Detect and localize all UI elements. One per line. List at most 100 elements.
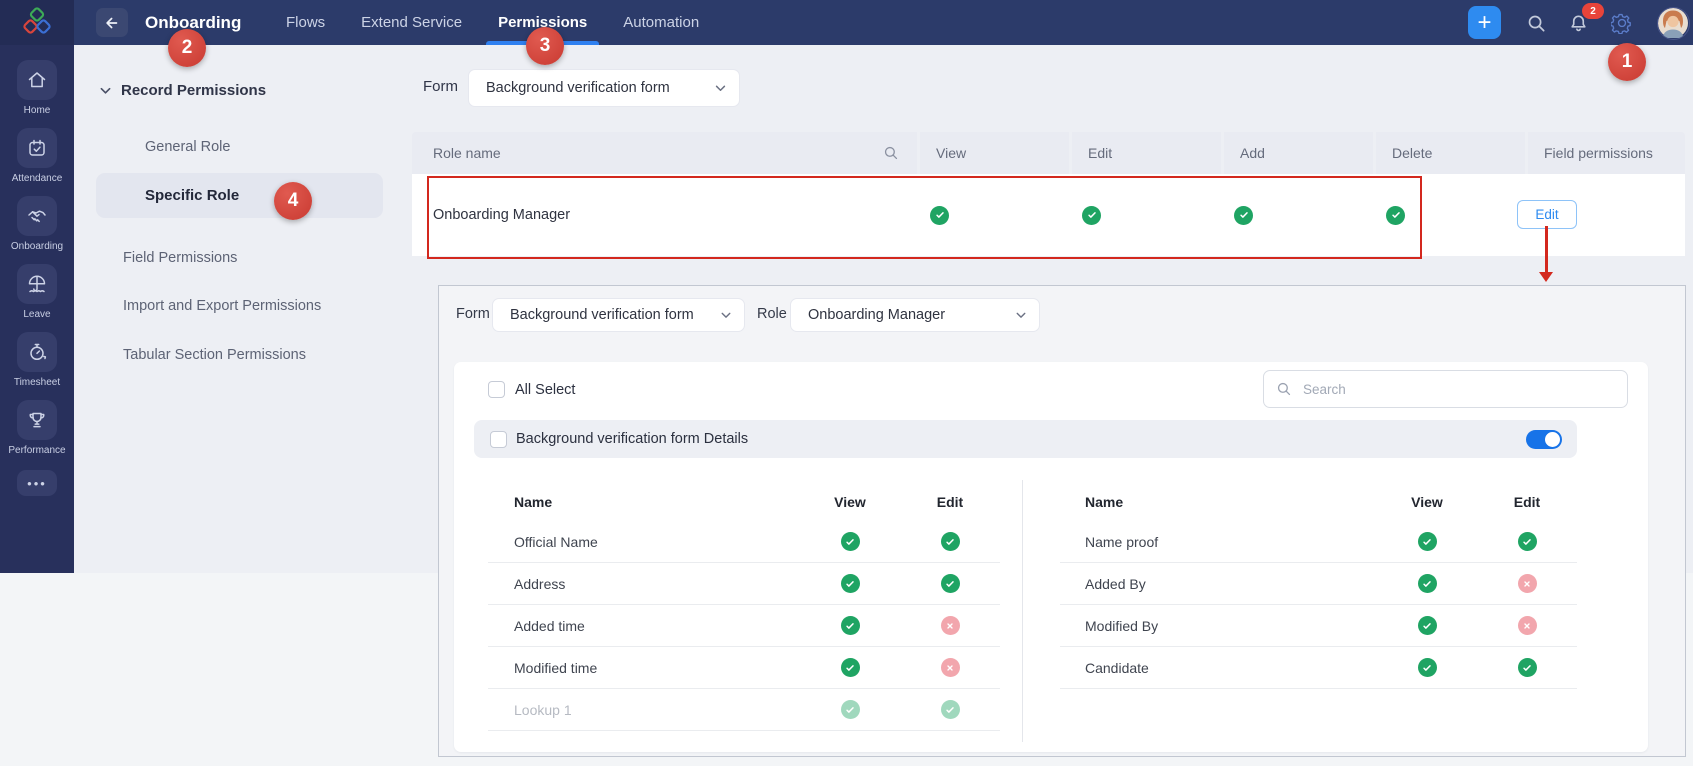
field-name: Address — [514, 575, 566, 592]
search-icon — [1528, 15, 1545, 32]
annotation-badge-2: 2 — [168, 29, 206, 67]
panel-form-dropdown-value: Background verification form — [510, 307, 694, 323]
nav-item-general-role[interactable]: General Role — [145, 139, 230, 155]
column-header-delete: Delete — [1376, 132, 1525, 174]
allowed-check-icon — [930, 205, 949, 225]
denied-x-icon[interactable] — [1517, 574, 1537, 593]
app-logo[interactable] — [0, 0, 74, 45]
all-select-label: All Select — [515, 381, 576, 398]
annotation-arrow — [1545, 226, 1548, 274]
section-checkbox[interactable] — [490, 430, 507, 448]
search-icon[interactable] — [883, 145, 899, 161]
ellipsis-icon: ••• — [27, 475, 47, 491]
edit-permission-cell — [1072, 205, 1224, 225]
tab-flows[interactable]: Flows — [268, 0, 343, 45]
app-window: Onboarding Flows Extend Service Permission… — [0, 0, 1693, 766]
search-button[interactable] — [1524, 11, 1548, 35]
denied-x-icon[interactable] — [940, 658, 960, 677]
column-header-view: View — [920, 132, 1069, 174]
tab-extend-service[interactable]: Extend Service — [343, 0, 480, 45]
header-name: Name — [514, 494, 553, 510]
field-name: Modified time — [514, 659, 598, 676]
form-dropdown[interactable]: Background verification form — [468, 69, 740, 107]
zoho-people-logo-icon — [23, 6, 51, 34]
denied-x-icon[interactable] — [1517, 616, 1537, 635]
allowed-check-icon[interactable] — [840, 700, 860, 719]
section-title: Background verification form Details — [516, 431, 749, 447]
sidebar-item-leave[interactable]: Leave — [8, 264, 65, 320]
topbar-tabs: Flows Extend Service Permissions Automation — [268, 0, 717, 45]
sidebar-item-label: Home — [23, 105, 51, 116]
panel-role-dropdown[interactable]: Onboarding Manager — [790, 298, 1040, 332]
allowed-check-icon[interactable] — [940, 700, 960, 719]
sidebar-item-home[interactable]: Home — [8, 60, 65, 116]
allowed-check-icon[interactable] — [1417, 532, 1437, 551]
form-selector-label: Form — [423, 78, 458, 95]
header-view: View — [1411, 494, 1443, 510]
allowed-check-icon[interactable] — [1417, 616, 1437, 635]
sidebar-item-performance[interactable]: Performance — [8, 400, 66, 456]
field-row: Official Name — [488, 521, 1000, 563]
header-edit: Edit — [1513, 494, 1541, 510]
user-avatar[interactable] — [1657, 7, 1690, 40]
sidebar-more-button[interactable]: ••• — [17, 470, 57, 496]
field-row: Added time — [488, 605, 1000, 647]
panel-form-dropdown[interactable]: Background verification form — [492, 298, 745, 332]
nav-item-import-export-permissions[interactable]: Import and Export Permissions — [123, 298, 321, 314]
sidebar-item-label: Leave — [23, 309, 51, 320]
record-permissions-section[interactable]: Record Permissions — [100, 82, 266, 99]
module-sidebar: Home Attendance Onboarding Leave Timeshe… — [0, 45, 74, 573]
plus-icon: + — [1477, 8, 1492, 36]
denied-x-icon[interactable] — [940, 616, 960, 635]
sidebar-item-timesheet[interactable]: Timesheet — [8, 332, 65, 388]
field-permissions-edit-button[interactable]: Edit — [1517, 200, 1577, 229]
arrow-left-icon — [106, 17, 118, 28]
all-select-checkbox[interactable] — [488, 381, 505, 398]
settings-button[interactable] — [1610, 11, 1634, 35]
allowed-check-icon[interactable] — [840, 616, 860, 635]
roles-table-header: Role name View Edit Add Delete Field per… — [412, 132, 1685, 174]
column-header-add: Add — [1224, 132, 1373, 174]
field-row: Added By — [1060, 563, 1577, 605]
field-row: Lookup 1 — [488, 689, 1000, 731]
allowed-check-icon[interactable] — [940, 574, 960, 593]
add-button[interactable]: + — [1468, 6, 1501, 39]
section-toggle[interactable] — [1526, 429, 1562, 449]
nav-item-label: Specific Role — [145, 187, 240, 204]
performance-trophy-icon — [17, 400, 57, 440]
sidebar-item-onboarding[interactable]: Onboarding — [8, 196, 65, 252]
allowed-check-icon[interactable] — [840, 532, 860, 551]
chevron-down-icon — [1016, 312, 1026, 318]
table-row-onboarding-manager[interactable]: Onboarding Manager — [412, 174, 1685, 256]
field-name: Name proof — [1085, 533, 1159, 550]
field-name: Official Name — [514, 533, 598, 550]
home-icon — [17, 60, 57, 100]
sidebar-item-label: Performance — [8, 445, 66, 456]
sidebar-item-attendance[interactable]: Attendance — [8, 128, 65, 184]
tab-automation[interactable]: Automation — [605, 0, 717, 45]
column-header-role-name[interactable]: Role name — [412, 132, 917, 174]
allowed-check-icon[interactable] — [1417, 658, 1437, 677]
form-details-section-bar: Background verification form Details — [474, 420, 1577, 458]
topbar: Onboarding Flows Extend Service Permission… — [0, 0, 1693, 45]
allowed-check-icon — [1234, 205, 1253, 225]
field-row: Address — [488, 563, 1000, 605]
toggle-knob — [1545, 431, 1560, 447]
allowed-check-icon[interactable] — [1517, 532, 1537, 551]
field-name: Modified By — [1085, 617, 1159, 634]
nav-item-specific-role[interactable]: Specific Role — [96, 173, 383, 218]
field-name: Added time — [514, 617, 585, 634]
allowed-check-icon[interactable] — [940, 532, 960, 551]
allowed-check-icon[interactable] — [840, 658, 860, 677]
allowed-check-icon[interactable] — [1517, 658, 1537, 677]
column-header-edit: Edit — [1072, 132, 1221, 174]
allowed-check-icon[interactable] — [1417, 574, 1437, 593]
all-select-row: All Select — [488, 381, 575, 398]
back-button[interactable] — [96, 8, 128, 37]
search-input[interactable] — [1301, 380, 1615, 398]
allowed-check-icon[interactable] — [840, 574, 860, 593]
list-divider — [1022, 480, 1023, 742]
nav-item-tabular-section-permissions[interactable]: Tabular Section Permissions — [123, 347, 306, 363]
annotation-badge-4: 4 — [274, 182, 312, 220]
nav-item-field-permissions[interactable]: Field Permissions — [123, 250, 237, 266]
